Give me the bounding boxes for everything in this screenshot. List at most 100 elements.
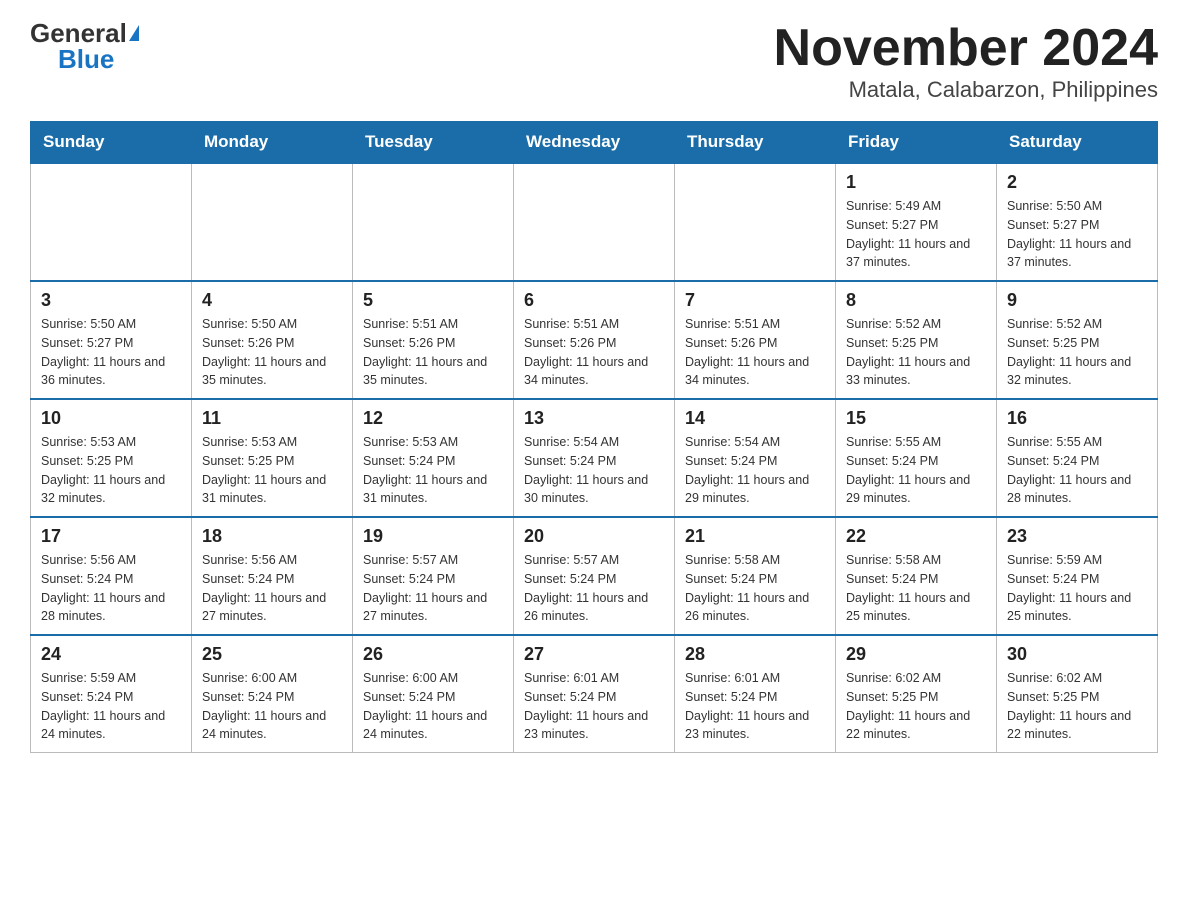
calendar-cell: 6 Sunrise: 5:51 AM Sunset: 5:26 PM Daylig… [514, 281, 675, 399]
logo: General Blue [30, 20, 139, 72]
day-info: Sunrise: 6:01 AM Sunset: 5:24 PM Dayligh… [685, 669, 825, 744]
calendar-cell: 29Sunrise: 6:02 AM Sunset: 5:25 PM Dayli… [836, 635, 997, 753]
day-number: 12 [363, 408, 503, 429]
calendar-cell: 19 Sunrise: 5:57 AM Sunset: 5:24 PM Dayli… [353, 517, 514, 635]
day-number: 8 [846, 290, 986, 311]
day-info: Sunrise: 5:55 AM Sunset: 5:24 PM Dayligh… [1007, 433, 1147, 508]
day-number: 3 [41, 290, 181, 311]
calendar-cell [192, 163, 353, 281]
location-subtitle: Matala, Calabarzon, Philippines [774, 77, 1158, 103]
calendar-cell: 1 Sunrise: 5:49 AM Sunset: 5:27 PM Daylig… [836, 163, 997, 281]
calendar-cell: 30 Sunrise: 6:02 AM Sunset: 5:25 PM Dayli… [997, 635, 1158, 753]
calendar-cell: 8Sunrise: 5:52 AM Sunset: 5:25 PM Daylig… [836, 281, 997, 399]
calendar-week-row-4: 17 Sunrise: 5:56 AM Sunset: 5:24 PM Dayli… [31, 517, 1158, 635]
day-info: Sunrise: 5:51 AM Sunset: 5:26 PM Dayligh… [685, 315, 825, 390]
day-number: 19 [363, 526, 503, 547]
day-info: Sunrise: 5:57 AM Sunset: 5:24 PM Dayligh… [363, 551, 503, 626]
day-number: 27 [524, 644, 664, 665]
day-info: Sunrise: 5:58 AM Sunset: 5:24 PM Dayligh… [846, 551, 986, 626]
day-info: Sunrise: 6:00 AM Sunset: 5:24 PM Dayligh… [202, 669, 342, 744]
calendar-cell: 11 Sunrise: 5:53 AM Sunset: 5:25 PM Dayli… [192, 399, 353, 517]
day-number: 13 [524, 408, 664, 429]
weekday-header-wednesday: Wednesday [514, 122, 675, 164]
calendar-table: SundayMondayTuesdayWednesdayThursdayFrid… [30, 121, 1158, 753]
header: General Blue November 2024 Matala, Calab… [30, 20, 1158, 103]
day-info: Sunrise: 5:50 AM Sunset: 5:26 PM Dayligh… [202, 315, 342, 390]
weekday-header-monday: Monday [192, 122, 353, 164]
calendar-cell: 5 Sunrise: 5:51 AM Sunset: 5:26 PM Daylig… [353, 281, 514, 399]
calendar-week-row-1: 1 Sunrise: 5:49 AM Sunset: 5:27 PM Daylig… [31, 163, 1158, 281]
calendar-cell: 27 Sunrise: 6:01 AM Sunset: 5:24 PM Dayli… [514, 635, 675, 753]
calendar-cell [31, 163, 192, 281]
day-number: 6 [524, 290, 664, 311]
day-info: Sunrise: 5:53 AM Sunset: 5:25 PM Dayligh… [41, 433, 181, 508]
day-number: 5 [363, 290, 503, 311]
day-info: Sunrise: 6:01 AM Sunset: 5:24 PM Dayligh… [524, 669, 664, 744]
day-info: Sunrise: 5:56 AM Sunset: 5:24 PM Dayligh… [202, 551, 342, 626]
day-info: Sunrise: 5:54 AM Sunset: 5:24 PM Dayligh… [685, 433, 825, 508]
calendar-cell: 18Sunrise: 5:56 AM Sunset: 5:24 PM Dayli… [192, 517, 353, 635]
day-info: Sunrise: 5:49 AM Sunset: 5:27 PM Dayligh… [846, 197, 986, 272]
weekday-header-tuesday: Tuesday [353, 122, 514, 164]
day-number: 1 [846, 172, 986, 193]
day-info: Sunrise: 5:53 AM Sunset: 5:24 PM Dayligh… [363, 433, 503, 508]
day-number: 29 [846, 644, 986, 665]
day-number: 26 [363, 644, 503, 665]
day-number: 2 [1007, 172, 1147, 193]
day-number: 23 [1007, 526, 1147, 547]
day-info: Sunrise: 5:54 AM Sunset: 5:24 PM Dayligh… [524, 433, 664, 508]
day-info: Sunrise: 5:56 AM Sunset: 5:24 PM Dayligh… [41, 551, 181, 626]
day-info: Sunrise: 6:02 AM Sunset: 5:25 PM Dayligh… [1007, 669, 1147, 744]
calendar-cell [353, 163, 514, 281]
calendar-week-row-2: 3 Sunrise: 5:50 AM Sunset: 5:27 PM Daylig… [31, 281, 1158, 399]
logo-blue-text: Blue [58, 46, 114, 72]
day-number: 16 [1007, 408, 1147, 429]
calendar-cell: 4 Sunrise: 5:50 AM Sunset: 5:26 PM Daylig… [192, 281, 353, 399]
day-number: 4 [202, 290, 342, 311]
day-number: 22 [846, 526, 986, 547]
calendar-cell: 7Sunrise: 5:51 AM Sunset: 5:26 PM Daylig… [675, 281, 836, 399]
day-number: 28 [685, 644, 825, 665]
calendar-cell [514, 163, 675, 281]
day-number: 21 [685, 526, 825, 547]
day-number: 11 [202, 408, 342, 429]
calendar-cell: 20 Sunrise: 5:57 AM Sunset: 5:24 PM Dayli… [514, 517, 675, 635]
weekday-header-sunday: Sunday [31, 122, 192, 164]
calendar-cell: 3 Sunrise: 5:50 AM Sunset: 5:27 PM Daylig… [31, 281, 192, 399]
calendar-cell: 9Sunrise: 5:52 AM Sunset: 5:25 PM Daylig… [997, 281, 1158, 399]
day-number: 17 [41, 526, 181, 547]
weekday-header-thursday: Thursday [675, 122, 836, 164]
day-number: 25 [202, 644, 342, 665]
day-info: Sunrise: 5:52 AM Sunset: 5:25 PM Dayligh… [1007, 315, 1147, 390]
day-number: 10 [41, 408, 181, 429]
day-number: 20 [524, 526, 664, 547]
day-number: 15 [846, 408, 986, 429]
day-info: Sunrise: 6:00 AM Sunset: 5:24 PM Dayligh… [363, 669, 503, 744]
day-number: 14 [685, 408, 825, 429]
calendar-cell: 14 Sunrise: 5:54 AM Sunset: 5:24 PM Dayli… [675, 399, 836, 517]
day-info: Sunrise: 5:55 AM Sunset: 5:24 PM Dayligh… [846, 433, 986, 508]
calendar-cell: 21Sunrise: 5:58 AM Sunset: 5:24 PM Dayli… [675, 517, 836, 635]
calendar-week-row-5: 24Sunrise: 5:59 AM Sunset: 5:24 PM Dayli… [31, 635, 1158, 753]
calendar-cell [675, 163, 836, 281]
calendar-cell: 24Sunrise: 5:59 AM Sunset: 5:24 PM Dayli… [31, 635, 192, 753]
logo-general-text: General [30, 20, 127, 46]
month-title: November 2024 [774, 20, 1158, 77]
calendar-cell: 28 Sunrise: 6:01 AM Sunset: 5:24 PM Dayli… [675, 635, 836, 753]
weekday-header-friday: Friday [836, 122, 997, 164]
day-info: Sunrise: 5:51 AM Sunset: 5:26 PM Dayligh… [363, 315, 503, 390]
calendar-cell: 15 Sunrise: 5:55 AM Sunset: 5:24 PM Dayli… [836, 399, 997, 517]
calendar-cell: 12 Sunrise: 5:53 AM Sunset: 5:24 PM Dayli… [353, 399, 514, 517]
day-info: Sunrise: 5:50 AM Sunset: 5:27 PM Dayligh… [1007, 197, 1147, 272]
day-info: Sunrise: 5:59 AM Sunset: 5:24 PM Dayligh… [41, 669, 181, 744]
day-info: Sunrise: 5:51 AM Sunset: 5:26 PM Dayligh… [524, 315, 664, 390]
day-info: Sunrise: 5:57 AM Sunset: 5:24 PM Dayligh… [524, 551, 664, 626]
logo-triangle-icon [129, 25, 139, 41]
weekday-header-row: SundayMondayTuesdayWednesdayThursdayFrid… [31, 122, 1158, 164]
calendar-cell: 26 Sunrise: 6:00 AM Sunset: 5:24 PM Dayli… [353, 635, 514, 753]
day-info: Sunrise: 5:50 AM Sunset: 5:27 PM Dayligh… [41, 315, 181, 390]
day-info: Sunrise: 5:53 AM Sunset: 5:25 PM Dayligh… [202, 433, 342, 508]
day-number: 30 [1007, 644, 1147, 665]
calendar-cell: 25 Sunrise: 6:00 AM Sunset: 5:24 PM Dayli… [192, 635, 353, 753]
calendar-cell: 13 Sunrise: 5:54 AM Sunset: 5:24 PM Dayli… [514, 399, 675, 517]
